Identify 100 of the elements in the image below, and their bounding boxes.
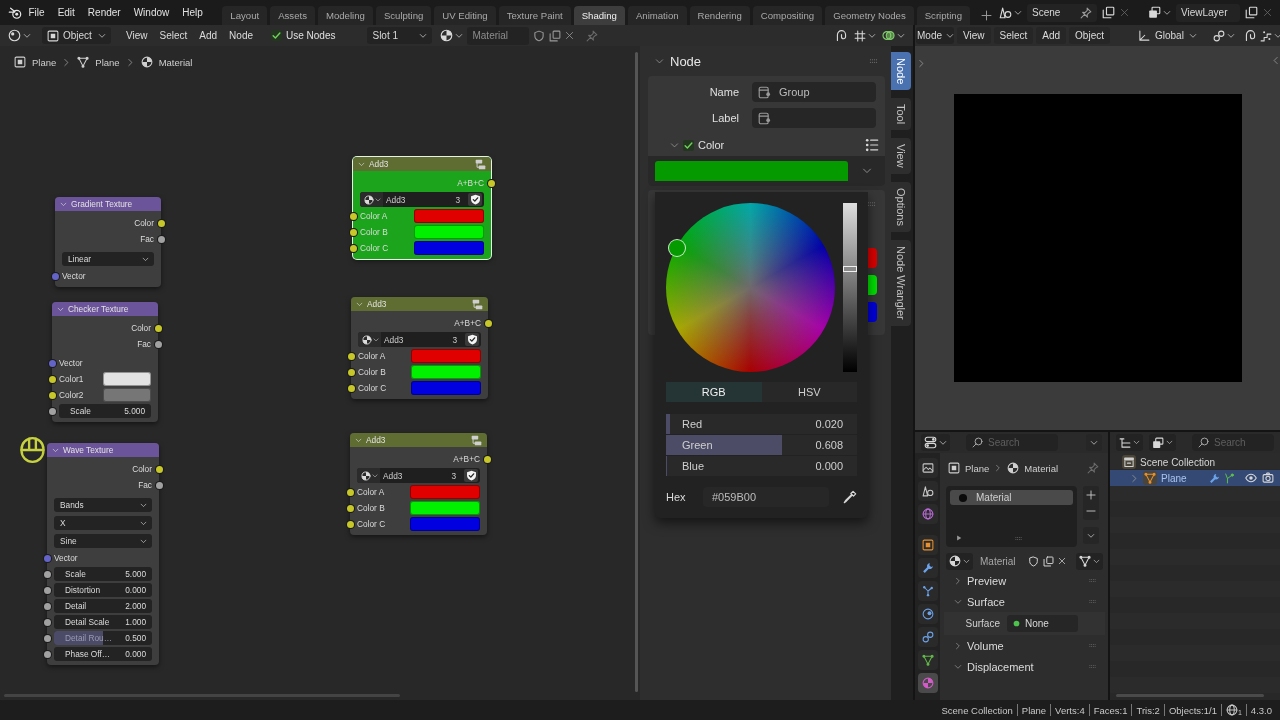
panel-title[interactable]: Node <box>670 53 702 69</box>
dropdown[interactable]: Sine <box>54 534 152 548</box>
close-icon[interactable] <box>1120 8 1129 17</box>
panel-title[interactable]: Preview <box>967 574 1007 587</box>
material-field[interactable]: Material <box>977 552 1024 570</box>
color-swatch[interactable] <box>414 241 484 255</box>
shader-type-dropdown[interactable]: Object <box>42 27 111 44</box>
menu-item[interactable]: Add <box>193 30 224 41</box>
checkbox-label[interactable]: Use Nodes <box>286 30 336 41</box>
dropdown[interactable]: X <box>54 516 152 530</box>
shield-icon[interactable] <box>533 29 546 42</box>
color-swatch[interactable] <box>414 225 484 239</box>
magnet-icon[interactable] <box>1243 29 1257 42</box>
sidebar-tab[interactable]: Node <box>891 52 911 91</box>
properties-tab[interactable] <box>917 504 938 524</box>
dropdown[interactable]: Bands <box>54 498 152 512</box>
properties-tab[interactable] <box>917 581 938 601</box>
socket-icon[interactable] <box>487 179 495 187</box>
eye-icon[interactable] <box>1245 472 1257 484</box>
pin-icon[interactable] <box>1080 6 1092 19</box>
menu-item[interactable]: Select <box>153 30 194 41</box>
color-swatch[interactable] <box>868 248 877 268</box>
checkbox[interactable] <box>683 139 694 151</box>
menu-item[interactable]: Add <box>1036 27 1067 44</box>
number-field[interactable]: Phase Off… 0.000 <box>54 647 152 661</box>
view-layer-field[interactable]: ViewLayer <box>1176 3 1240 22</box>
properties-tab[interactable] <box>917 481 938 501</box>
number-field[interactable]: Scale 5.000 <box>59 404 151 418</box>
mode-dropdown[interactable]: Mode <box>916 27 954 44</box>
camera-icon[interactable] <box>1262 472 1274 484</box>
menu-item[interactable]: View <box>957 27 991 44</box>
workspace-tab[interactable]: Compositing <box>752 6 823 25</box>
menu-item[interactable]: Window <box>127 7 176 18</box>
color-swatch[interactable] <box>410 485 480 499</box>
text-field[interactable]: Group <box>752 82 876 102</box>
properties-tab[interactable] <box>917 558 938 578</box>
shield-icon[interactable] <box>465 470 477 481</box>
workspace-tab[interactable]: UV Editing <box>434 6 496 25</box>
chevron-icon[interactable] <box>954 597 962 606</box>
workspace-tab[interactable]: Animation <box>627 6 687 25</box>
mode-tab[interactable]: HSV <box>761 382 857 402</box>
number-field[interactable]: Distortion 0.000 <box>54 583 152 597</box>
chevron-icon[interactable] <box>954 662 962 671</box>
workspace-tab[interactable]: Scripting <box>916 6 970 25</box>
wheel-marker-icon[interactable] <box>668 240 685 257</box>
value-slider[interactable] <box>843 203 857 372</box>
eyedropper-icon[interactable] <box>843 489 857 504</box>
sidebar-tab[interactable]: View <box>891 138 911 175</box>
workspace-tab[interactable]: Modeling <box>317 6 373 25</box>
channel-slider[interactable]: Blue 0.000 <box>666 456 857 476</box>
material-browse-button[interactable] <box>946 552 973 570</box>
workspace-tab[interactable]: Layout <box>222 6 268 25</box>
checkbox[interactable] <box>271 30 282 41</box>
workspace-tab[interactable]: Rendering <box>689 6 750 25</box>
shield-icon[interactable] <box>466 334 478 345</box>
workspace-tab[interactable]: Geometry Nodes <box>825 6 914 25</box>
panel-title[interactable]: Volume <box>967 639 1004 652</box>
properties-tab[interactable] <box>917 650 938 670</box>
channel-slider[interactable]: Green 0.608 <box>666 435 857 455</box>
color-swatch[interactable] <box>414 209 484 223</box>
menu-item[interactable]: Select <box>993 27 1034 44</box>
color-swatch[interactable] <box>411 365 481 379</box>
chevron-icon[interactable] <box>954 576 962 585</box>
color-swatch[interactable] <box>103 372 151 386</box>
color-swatch[interactable] <box>411 381 481 395</box>
text-field[interactable] <box>752 108 876 128</box>
node-canvas[interactable] <box>0 46 640 700</box>
menu-item[interactable]: View <box>120 30 154 41</box>
menu-item[interactable]: File <box>22 7 52 18</box>
list-icon[interactable] <box>865 138 879 152</box>
copy-icon[interactable] <box>1102 6 1115 19</box>
outliner-row[interactable]: Plane <box>1110 470 1280 486</box>
app-logo-icon[interactable] <box>8 5 22 20</box>
menu-item[interactable]: Help <box>175 7 210 18</box>
node-group-dropdown[interactable] <box>357 468 380 483</box>
workspace-tab[interactable]: Sculpting <box>375 6 432 25</box>
menu-item[interactable]: Object <box>1069 27 1110 44</box>
socket-icon[interactable] <box>483 455 491 463</box>
panel-title[interactable]: Displacement <box>967 660 1034 673</box>
scene-field[interactable]: Scene <box>1027 3 1097 22</box>
scrollbar[interactable] <box>635 52 638 692</box>
add-icon[interactable] <box>981 10 992 21</box>
copy-icon[interactable] <box>1245 6 1258 19</box>
link-dropdown[interactable] <box>1076 552 1103 570</box>
shader-field[interactable]: None <box>1007 615 1078 632</box>
color-field[interactable] <box>655 161 848 181</box>
chevron-icon[interactable] <box>954 641 962 650</box>
sidebar-tab[interactable]: Tool <box>891 98 911 131</box>
properties-tab[interactable] <box>917 627 938 647</box>
properties-tab[interactable] <box>917 458 938 478</box>
node-group-dropdown[interactable] <box>358 332 381 347</box>
hex-field[interactable]: #059B00 <box>703 486 829 507</box>
panel-title[interactable]: Surface <box>967 595 1005 608</box>
pin-icon[interactable] <box>586 29 599 42</box>
list-item[interactable]: Material <box>950 490 1073 505</box>
workspace-tab[interactable]: Texture Paint <box>498 6 571 25</box>
slot-dropdown[interactable]: Slot 1 <box>367 27 433 44</box>
menu-item[interactable]: Node <box>223 30 259 41</box>
number-field[interactable]: Detail Scale 1.000 <box>54 615 152 629</box>
pin-icon[interactable] <box>1087 462 1099 474</box>
